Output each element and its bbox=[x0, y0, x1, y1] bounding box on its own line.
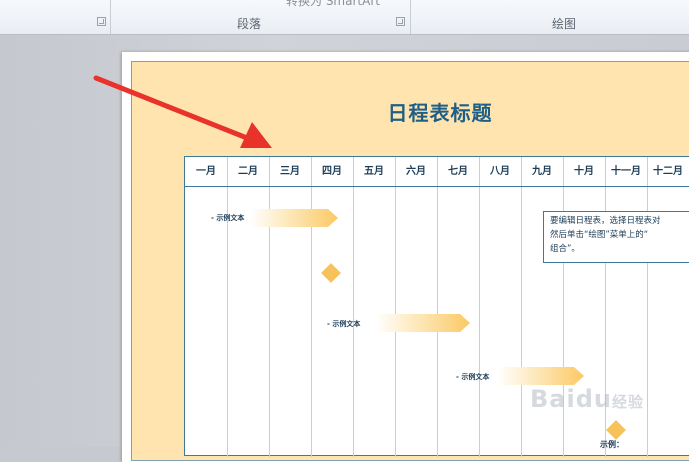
font-dialog-launcher[interactable] bbox=[97, 17, 106, 26]
month-header: 十二月 bbox=[653, 166, 683, 177]
month-header-row: 一月 二月 三月 四月 五月 六月 七月 八月 九月 十月 十一月 十二月 bbox=[185, 157, 689, 187]
month-header: 六月 bbox=[406, 166, 426, 177]
task-bar[interactable] bbox=[376, 314, 470, 332]
month-header: 九月 bbox=[532, 166, 552, 177]
task-label[interactable]: - 示例文本 bbox=[327, 319, 360, 329]
ribbon-separator bbox=[110, 0, 111, 34]
milestone-label[interactable]: 示例： bbox=[600, 439, 624, 450]
month-header: 十一月 bbox=[611, 166, 641, 177]
month-header: 三月 bbox=[280, 166, 300, 177]
month-gridline bbox=[647, 157, 648, 457]
month-gridline bbox=[521, 157, 522, 457]
month-gridline bbox=[395, 157, 396, 457]
month-gridline bbox=[227, 157, 228, 457]
month-gridline bbox=[437, 157, 438, 457]
task-bar[interactable] bbox=[498, 367, 584, 385]
month-header: 八月 bbox=[490, 166, 510, 177]
note-line: 然后单击“绘图”菜单上的“ bbox=[550, 230, 649, 240]
drawing-group-label: 绘图 bbox=[552, 17, 577, 31]
ribbon: 转换为 SmartArt 段落 绘图 bbox=[0, 0, 689, 35]
month-gridline bbox=[353, 157, 354, 457]
month-header: 四月 bbox=[322, 166, 342, 177]
month-gridline bbox=[479, 157, 480, 457]
convert-to-smartart-button[interactable]: 转换为 SmartArt bbox=[286, 0, 380, 9]
note-line: 组合”。 bbox=[550, 244, 580, 254]
month-header: 二月 bbox=[238, 166, 258, 177]
month-header: 五月 bbox=[364, 166, 384, 177]
paragraph-group-label: 段落 bbox=[237, 17, 262, 31]
instruction-textbox[interactable]: 要编辑日程表，选择日程表对 然后单击“绘图”菜单上的“ 组合”。 bbox=[543, 211, 689, 263]
month-header: 十月 bbox=[574, 166, 594, 177]
slide-title[interactable]: 日程表标题 bbox=[340, 97, 540, 126]
month-gridline bbox=[311, 157, 312, 457]
note-line: 要编辑日程表，选择日程表对 bbox=[550, 216, 661, 226]
task-label[interactable]: - 示例文本 bbox=[456, 372, 489, 382]
baidu-watermark: Baidu经验 bbox=[530, 385, 644, 413]
month-gridline bbox=[269, 157, 270, 457]
month-header: 一月 bbox=[196, 166, 216, 177]
task-label[interactable]: - 示例文本 bbox=[211, 213, 244, 223]
ribbon-separator bbox=[410, 0, 411, 34]
paragraph-dialog-launcher[interactable] bbox=[396, 17, 405, 26]
month-header: 七月 bbox=[448, 166, 468, 177]
task-bar[interactable] bbox=[250, 209, 338, 227]
